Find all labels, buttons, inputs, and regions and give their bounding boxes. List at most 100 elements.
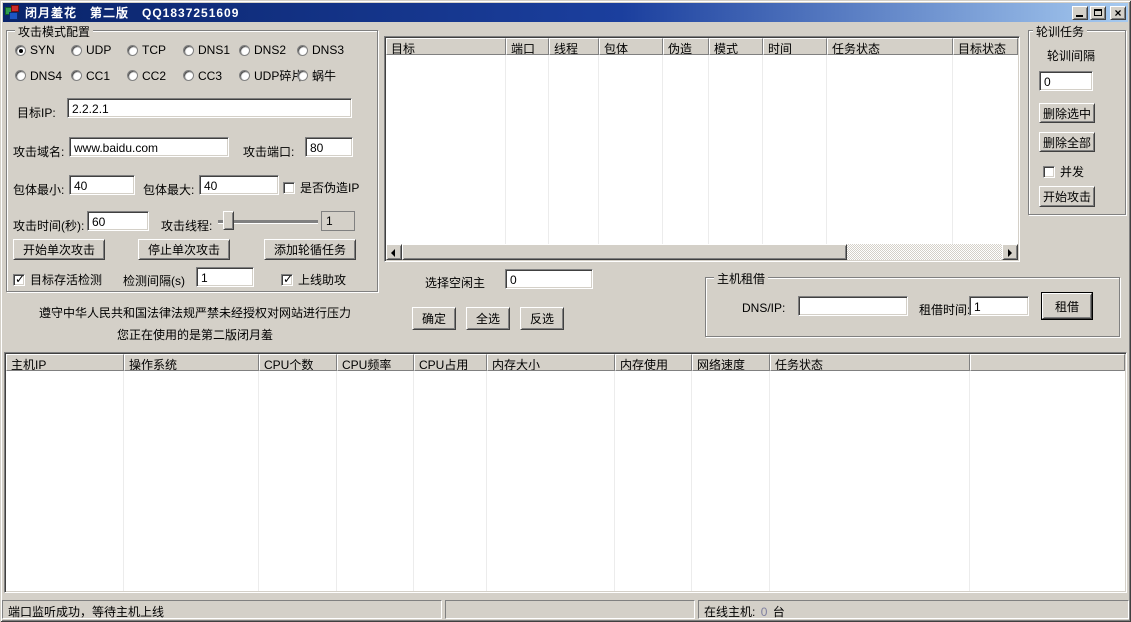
col-fake[interactable]: 伪造 <box>663 38 709 55</box>
concurrent-checkbox[interactable]: 并发 <box>1043 163 1084 180</box>
radio-dot <box>183 70 194 81</box>
radio-dot <box>71 70 82 81</box>
rotation-interval-label: 轮训间隔 <box>1047 47 1095 64</box>
scroll-right-button[interactable] <box>1002 244 1018 260</box>
task-table-body[interactable] <box>386 55 1018 244</box>
task-table-hscrollbar[interactable] <box>386 244 1018 260</box>
minimize-icon <box>1076 15 1083 17</box>
col-time[interactable]: 时间 <box>763 38 827 55</box>
checkbox-box <box>13 274 25 286</box>
col-net-speed[interactable]: 网络速度 <box>692 354 770 371</box>
invert-selection-button[interactable]: 反选 <box>520 307 564 330</box>
col-target[interactable]: 目标 <box>386 38 506 55</box>
confirm-button[interactable]: 确定 <box>412 307 456 330</box>
select-all-button[interactable]: 全选 <box>466 307 510 330</box>
attack-config-group-title: 攻击模式配置 <box>15 23 93 40</box>
mode-radio-dns2[interactable]: DNS2 <box>239 43 297 57</box>
rent-time-input[interactable] <box>969 296 1029 316</box>
col-cpu-usage[interactable]: CPU占用 <box>414 354 487 371</box>
col-cpu-count[interactable]: CPU个数 <box>259 354 337 371</box>
packet-max-input[interactable] <box>199 175 279 195</box>
checkbox-box <box>283 182 295 194</box>
maximize-button[interactable] <box>1090 6 1106 20</box>
col-task-status[interactable]: 任务状态 <box>827 38 953 55</box>
rotation-task-group-title: 轮训任务 <box>1033 23 1087 40</box>
col-port[interactable]: 端口 <box>506 38 549 55</box>
start-attack-button[interactable]: 开始攻击 <box>1039 186 1095 207</box>
minimize-button[interactable] <box>1072 6 1088 20</box>
online-assist-checkbox[interactable]: 上线助攻 <box>281 271 346 288</box>
window-title: 闭月羞花 第二版 QQ1837251609 <box>25 4 239 21</box>
mode-radio-snail[interactable]: 蜗牛 <box>297 67 371 84</box>
app-window: 闭月羞花 第二版 QQ1837251609 × 攻击模式配置 SYN UDP T… <box>0 0 1131 622</box>
col-empty[interactable] <box>970 354 1125 371</box>
scroll-track[interactable] <box>847 244 1002 260</box>
mode-radio-dns4[interactable]: DNS4 <box>15 67 71 84</box>
col-packet[interactable]: 包体 <box>599 38 663 55</box>
col-threads[interactable]: 线程 <box>549 38 599 55</box>
col-os[interactable]: 操作系统 <box>124 354 259 371</box>
target-alive-checkbox[interactable]: 目标存活检测 <box>13 271 102 288</box>
stop-single-attack-button[interactable]: 停止单次攻击 <box>138 239 230 260</box>
attack-threads-slider[interactable] <box>218 211 318 231</box>
delete-selected-button[interactable]: 删除选中 <box>1039 103 1095 123</box>
radio-dot <box>127 70 138 81</box>
title-bar[interactable]: 闭月羞花 第二版 QQ1837251609 × <box>3 3 1128 22</box>
checkbox-box <box>281 274 293 286</box>
mode-radio-syn[interactable]: SYN <box>15 43 71 57</box>
mode-label: CC3 <box>198 69 222 83</box>
scroll-left-button[interactable] <box>386 244 402 260</box>
dns-ip-input[interactable] <box>798 296 908 316</box>
attack-domain-input[interactable] <box>69 137 229 157</box>
mode-label: UDP碎片 <box>254 67 303 84</box>
start-single-attack-button[interactable]: 开始单次攻击 <box>13 239 105 260</box>
rotation-interval-input[interactable] <box>1039 71 1093 91</box>
col-mem-size[interactable]: 内存大小 <box>487 354 615 371</box>
mode-radio-dns3[interactable]: DNS3 <box>297 43 371 57</box>
fake-ip-checkbox[interactable]: 是否伪造IP <box>283 179 359 196</box>
attack-port-input[interactable] <box>305 137 353 157</box>
target-ip-input[interactable] <box>67 98 352 118</box>
close-button[interactable]: × <box>1110 6 1126 20</box>
checkbox-box <box>1043 166 1055 178</box>
packet-min-input[interactable] <box>69 175 135 195</box>
status-message: 端口监听成功，等待主机上线 <box>2 600 442 619</box>
radio-dot <box>15 45 26 56</box>
mode-radio-tcp[interactable]: TCP <box>127 43 183 57</box>
col-mem-usage[interactable]: 内存使用 <box>615 354 692 371</box>
slider-thumb[interactable] <box>223 211 234 230</box>
attack-config-group: 攻击模式配置 SYN UDP TCP DNS1 DNS2 DNS3 DNS4 C… <box>6 30 378 292</box>
add-rotation-task-button[interactable]: 添加轮循任务 <box>264 239 356 260</box>
task-table: 目标 端口 线程 包体 伪造 模式 时间 任务状态 目标状态 <box>384 36 1020 262</box>
radio-dot <box>15 70 26 81</box>
target-ip-label: 目标IP: <box>17 104 56 121</box>
online-hosts-unit: 台 <box>773 605 785 619</box>
online-assist-label: 上线助攻 <box>298 271 346 288</box>
col-target-status[interactable]: 目标状态 <box>953 38 1018 55</box>
check-interval-input[interactable] <box>196 267 254 287</box>
warning-line-1: 遵守中华人民共和国法律法规严禁未经授权对网站进行压力 <box>8 304 382 321</box>
col-host-ip[interactable]: 主机IP <box>6 354 124 371</box>
online-hosts-label: 在线主机: <box>704 605 755 619</box>
rent-button[interactable]: 租借 <box>1042 293 1092 319</box>
mode-radio-cc3[interactable]: CC3 <box>183 67 239 84</box>
host-table-body[interactable] <box>6 371 1125 591</box>
col-mode[interactable]: 模式 <box>709 38 763 55</box>
col-task-status[interactable]: 任务状态 <box>770 354 970 371</box>
mode-radio-udp[interactable]: UDP <box>71 43 127 57</box>
mode-radio-cc2[interactable]: CC2 <box>127 67 183 84</box>
mode-radio-cc1[interactable]: CC1 <box>71 67 127 84</box>
col-cpu-freq[interactable]: CPU频率 <box>337 354 414 371</box>
concurrent-label: 并发 <box>1060 163 1084 180</box>
mode-radio-udp-fragment[interactable]: UDP碎片 <box>239 67 297 84</box>
scroll-thumb[interactable] <box>402 244 847 260</box>
attack-time-input[interactable] <box>87 211 149 231</box>
mode-label: SYN <box>30 43 55 57</box>
mode-label: DNS1 <box>198 43 230 57</box>
packet-min-label: 包体最小: <box>13 181 64 198</box>
delete-all-button[interactable]: 删除全部 <box>1039 132 1095 152</box>
idle-host-input[interactable] <box>505 269 593 289</box>
mode-radio-dns1[interactable]: DNS1 <box>183 43 239 57</box>
radio-dot <box>71 45 82 56</box>
warning-line-2: 您正在使用的是第二版闭月羞 <box>8 326 382 343</box>
